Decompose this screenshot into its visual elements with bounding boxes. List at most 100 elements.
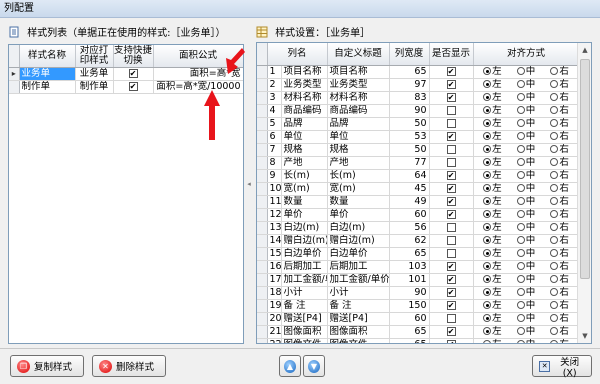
align-radio[interactable] xyxy=(516,301,525,309)
visible-cell[interactable] xyxy=(429,247,474,261)
align-radio[interactable] xyxy=(550,275,559,283)
align-radio[interactable] xyxy=(550,262,559,270)
align-option[interactable]: 左 xyxy=(483,92,502,104)
column-setting-row[interactable]: 14 赠白边(m) 赠白边(m) 62 左中右 xyxy=(257,234,580,248)
visible-checkbox[interactable] xyxy=(446,235,456,245)
align-option[interactable]: 右 xyxy=(550,209,569,221)
alignment-cell[interactable]: 左中右 xyxy=(473,247,580,261)
column-width-cell[interactable]: 97 xyxy=(389,78,430,92)
custom-title-cell[interactable]: 备 注 xyxy=(327,299,390,313)
align-option[interactable]: 中 xyxy=(516,144,535,156)
align-radio[interactable] xyxy=(483,145,492,153)
visible-checkbox[interactable] xyxy=(446,157,456,167)
visible-cell[interactable]: ✔ xyxy=(429,338,474,343)
align-radio[interactable] xyxy=(483,67,492,75)
align-radio[interactable] xyxy=(550,249,559,257)
print-style-cell[interactable]: 制作单 xyxy=(75,80,114,94)
align-option[interactable]: 中 xyxy=(516,287,535,299)
align-radio[interactable] xyxy=(483,210,492,218)
column-setting-row[interactable]: 17加工金额/单加工金额/单价101 ✔ 左 中 右 xyxy=(257,273,580,287)
column-width-cell[interactable]: 62 xyxy=(389,234,430,248)
custom-title-cell[interactable]: 白边单价 xyxy=(327,247,390,261)
align-option[interactable]: 中 xyxy=(516,300,535,312)
align-radio[interactable] xyxy=(516,275,525,283)
align-option[interactable]: 左 xyxy=(483,196,502,208)
col-header-area-formula[interactable]: 面积公式 xyxy=(153,45,243,68)
style-name-cell[interactable]: 制作单 xyxy=(19,80,76,94)
column-width-cell[interactable]: 45 xyxy=(389,182,430,196)
align-radio[interactable] xyxy=(483,314,492,322)
scrollbar-thumb[interactable] xyxy=(580,59,590,279)
visible-checkbox[interactable]: ✔ xyxy=(446,326,456,336)
align-option[interactable]: 左 xyxy=(483,300,502,312)
alignment-cell[interactable]: 左中右 xyxy=(473,65,580,79)
align-radio[interactable] xyxy=(550,340,559,343)
move-down-button[interactable]: ▼ xyxy=(303,355,325,377)
custom-title-cell[interactable]: 品牌 xyxy=(327,117,390,131)
align-option[interactable]: 左 xyxy=(483,79,502,91)
col-header-visible[interactable]: 是否显示 xyxy=(429,43,474,66)
alignment-cell[interactable]: 左中右 xyxy=(473,234,580,248)
column-width-cell[interactable]: 60 xyxy=(389,312,430,326)
align-option[interactable]: 中 xyxy=(516,313,535,325)
align-option[interactable]: 中 xyxy=(516,196,535,208)
visible-checkbox[interactable]: ✔ xyxy=(446,274,456,284)
align-radio[interactable] xyxy=(516,236,525,244)
visible-checkbox[interactable]: ✔ xyxy=(446,66,456,76)
visible-cell[interactable]: ✔ xyxy=(429,78,474,92)
align-option[interactable]: 中 xyxy=(516,209,535,221)
panel-splitter[interactable]: ◂ xyxy=(246,24,252,344)
alignment-cell[interactable]: 左中右 xyxy=(473,182,580,196)
align-radio[interactable] xyxy=(550,93,559,101)
align-radio[interactable] xyxy=(516,171,525,179)
alignment-cell[interactable]: 左中右 xyxy=(473,195,580,209)
visible-cell[interactable]: ✔ xyxy=(429,195,474,209)
align-option[interactable]: 左 xyxy=(483,183,502,195)
align-radio[interactable] xyxy=(516,67,525,75)
align-option[interactable]: 中 xyxy=(516,118,535,130)
alignment-cell[interactable]: 左中右 xyxy=(473,273,580,287)
align-option[interactable]: 右 xyxy=(550,326,569,338)
align-radio[interactable] xyxy=(550,145,559,153)
align-radio[interactable] xyxy=(483,275,492,283)
custom-title-cell[interactable]: 宽(m) xyxy=(327,182,390,196)
column-setting-row[interactable]: 4 商品编码 商品编码 90 左中右 xyxy=(257,104,580,118)
col-header-column-width[interactable]: 列宽度 xyxy=(389,43,430,66)
align-radio[interactable] xyxy=(516,327,525,335)
align-radio[interactable] xyxy=(516,197,525,205)
column-width-cell[interactable]: 101 xyxy=(389,273,430,287)
visible-checkbox[interactable]: ✔ xyxy=(446,196,456,206)
align-option[interactable]: 中 xyxy=(516,131,535,143)
column-width-cell[interactable]: 150 xyxy=(389,299,430,313)
align-radio[interactable] xyxy=(516,106,525,114)
visible-cell[interactable]: ✔ xyxy=(429,169,474,183)
column-setting-row[interactable]: 2 业务类型 业务类型 97 ✔ 左中右 xyxy=(257,78,580,92)
align-option[interactable]: 右 xyxy=(550,131,569,143)
visible-checkbox[interactable] xyxy=(446,118,456,128)
column-width-cell[interactable]: 65 xyxy=(389,65,430,79)
align-radio[interactable] xyxy=(516,262,525,270)
copy-style-button[interactable]: ❐ 复制样式 xyxy=(10,355,84,377)
style-row-yewudan[interactable]: ▸ 业务单 业务单 ✔ 面积=高*宽 xyxy=(9,67,243,81)
align-radio[interactable] xyxy=(483,288,492,296)
column-setting-row[interactable]: 10 宽(m) 宽(m) 45 ✔ 左中右 xyxy=(257,182,580,196)
align-option[interactable]: 右 xyxy=(550,105,569,117)
align-radio[interactable] xyxy=(483,132,492,140)
align-radio[interactable] xyxy=(550,80,559,88)
custom-title-cell[interactable]: 项目名称 xyxy=(327,65,390,79)
alignment-cell[interactable]: 左中右 xyxy=(473,221,580,235)
align-radio[interactable] xyxy=(550,184,559,192)
align-option[interactable]: 左 xyxy=(483,105,502,117)
align-radio[interactable] xyxy=(516,80,525,88)
column-width-cell[interactable]: 64 xyxy=(389,169,430,183)
column-setting-row[interactable]: 1 项目名称 项目名称 65 ✔ 左中右 xyxy=(257,65,580,79)
align-radio[interactable] xyxy=(516,249,525,257)
visible-cell[interactable]: ✔ xyxy=(429,299,474,313)
align-option[interactable]: 右 xyxy=(550,92,569,104)
visible-cell[interactable]: ✔ xyxy=(429,286,474,300)
alignment-cell[interactable]: 左中右 xyxy=(473,299,580,313)
area-formula-cell[interactable]: 面积=高*宽/10000 xyxy=(153,80,243,94)
visible-checkbox[interactable] xyxy=(446,144,456,154)
column-setting-row[interactable]: 19 备 注备 注 150 ✔ 左中右 xyxy=(257,299,580,313)
column-setting-row[interactable]: 7 规格 规格 50 左中右 xyxy=(257,143,580,157)
